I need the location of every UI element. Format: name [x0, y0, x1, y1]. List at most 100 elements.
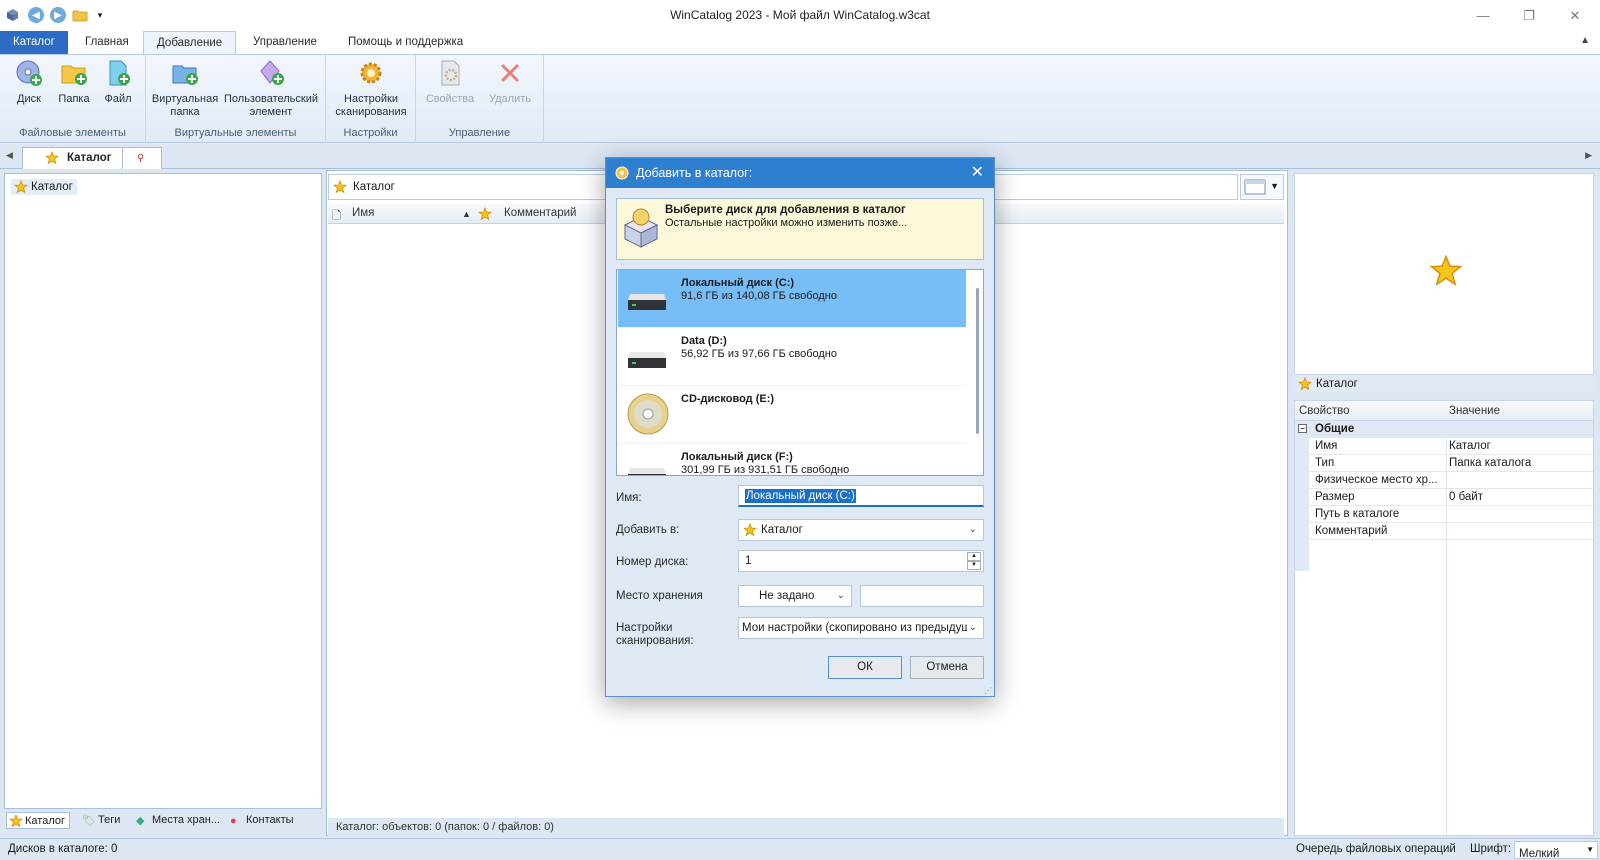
file-queue-button[interactable]: Очередь файловых операций [1296, 843, 1456, 855]
catalog-box-icon [623, 208, 659, 248]
drive-item-e[interactable]: CD-дисковод (E:) [618, 386, 966, 444]
catalog-star-icon [14, 180, 28, 194]
view-mode-icon [1244, 179, 1266, 195]
column-value[interactable]: Значение [1449, 405, 1500, 417]
tab-home[interactable]: Главная [72, 31, 142, 54]
dialog-title-bar[interactable]: Добавить в каталог: ✕ [606, 158, 994, 188]
scan-settings-button[interactable]: Настройки сканирования [330, 59, 412, 119]
tab-add[interactable]: Добавление [143, 31, 237, 55]
disk-count-text: Дисков в каталоге: 0 [8, 843, 118, 855]
catalog-star-icon [45, 151, 59, 165]
close-button[interactable]: ✕ [1552, 0, 1598, 31]
catalog-star-icon [478, 207, 492, 221]
group-settings: Настройки сканирования Настройки [326, 55, 416, 143]
app-icon [615, 166, 629, 180]
add-user-element-button[interactable]: Пользовательский элемент [220, 59, 322, 119]
collapse-icon[interactable]: − [1298, 424, 1307, 433]
property-row[interactable]: Размер 0 байт [1295, 489, 1593, 506]
add-folder-button[interactable]: Папка [54, 59, 94, 106]
property-row[interactable]: Путь в каталоге [1295, 506, 1593, 523]
group-label-file-elements: Файловые элементы [19, 127, 126, 139]
drive-item-c[interactable]: Локальный диск (C:) 91,6 ГБ из 140,08 ГБ… [618, 270, 966, 328]
btab-tags[interactable]: 🏷 Теги [80, 812, 120, 829]
btab-catalog[interactable]: Каталог [6, 812, 70, 829]
add-file-button[interactable]: Файл [100, 59, 136, 106]
tab-manage[interactable]: Управление [240, 31, 330, 54]
property-row[interactable]: Физическое место хр... [1295, 472, 1593, 489]
disk-icon [15, 59, 43, 87]
preview-pane [1294, 173, 1594, 375]
drive-list-scrollbar[interactable] [976, 288, 979, 434]
group-virtual-elements: Виртуальная папка Пользовательский элеме… [146, 55, 326, 143]
add-to-select[interactable]: Каталог ⌄ [738, 519, 984, 541]
minimize-button[interactable]: — [1460, 0, 1506, 31]
cancel-button[interactable]: Отмена [910, 656, 984, 679]
resize-grip-icon[interactable]: ⋰ [984, 686, 992, 695]
catalog-tree-panel: Каталог [4, 173, 322, 809]
dialog-header-title: Выберите диск для добавления в каталог [665, 204, 906, 216]
delete-button[interactable]: Удалить [482, 59, 538, 106]
property-row[interactable]: Имя Каталог [1295, 438, 1593, 455]
group-label-manage: Управление [448, 127, 511, 139]
properties-button[interactable]: Свойства [422, 59, 478, 106]
tag-icon: 🏷 [82, 815, 96, 827]
gear-icon [357, 59, 385, 87]
chevron-down-icon: ▼ [1270, 181, 1279, 191]
add-disk-button[interactable]: Диск [12, 59, 46, 106]
btab-contacts[interactable]: ● Контакты [228, 812, 294, 829]
font-size-select[interactable]: Мелкий ▼ [1514, 841, 1598, 860]
chevron-down-icon: ▼ [1586, 845, 1594, 854]
drive-item-d[interactable]: Data (D:) 56,92 ГБ из 97,66 ГБ свободно [618, 328, 966, 386]
doc-tab-catalog[interactable]: Каталог [22, 147, 123, 169]
group-file-elements: Диск Папка Файл Файловые элементы [0, 55, 146, 143]
chevron-down-icon: ⌄ [836, 590, 845, 601]
name-label: Имя: [616, 492, 642, 504]
tab-catalog-file[interactable]: Каталог [0, 31, 68, 54]
storage-detail-field[interactable] [860, 585, 984, 607]
name-field[interactable]: Локальный диск (C:) [738, 485, 984, 507]
tab-scroll-right-icon[interactable]: ▶ [1585, 150, 1592, 161]
hdd-icon [628, 468, 666, 475]
view-mode-button[interactable]: ▼ [1240, 174, 1284, 200]
restore-button[interactable]: ❐ [1506, 0, 1552, 31]
tab-scroll-left-icon[interactable]: ◀ [6, 150, 13, 161]
drive-item-f[interactable]: Локальный диск (F:) 301,99 ГБ из 931,51 … [618, 444, 966, 475]
catalog-star-icon [333, 180, 347, 194]
property-group-general[interactable]: − Общие [1295, 421, 1593, 438]
storage-select[interactable]: Не задано ⌄ [738, 585, 852, 607]
ribbon: Диск Папка Файл Файловые элементы Виртуа… [0, 54, 1600, 143]
property-row[interactable]: Комментарий [1295, 523, 1593, 540]
contacts-icon: ● [230, 815, 237, 827]
properties-header: Свойство Значение [1295, 401, 1593, 421]
status-bar: Дисков в каталоге: 0 Очередь файловых оп… [0, 838, 1600, 860]
ok-button[interactable]: ОК [828, 656, 902, 679]
dialog-header-subtitle: Остальные настройки можно изменить позже… [665, 217, 908, 229]
disk-number-stepper[interactable]: 1 ▲ ▼ [738, 550, 984, 572]
cd-icon [627, 393, 669, 435]
file-type-column-icon[interactable]: 🗋 [332, 207, 341, 226]
ribbon-tabs: Каталог Главная Добавление Управление По… [0, 31, 1600, 55]
collapse-ribbon-icon[interactable]: ▲ [1580, 35, 1590, 46]
font-label: Шрифт: [1470, 843, 1512, 855]
left-panel-tabs: Каталог 🏷 Теги ◆ Места хран... ● Контакт… [4, 810, 320, 830]
column-name[interactable]: Имя [352, 207, 374, 219]
property-row[interactable]: Тип Папка каталога [1295, 455, 1593, 472]
column-property[interactable]: Свойство [1299, 405, 1350, 417]
btab-storage-places[interactable]: ◆ Места хран... [134, 812, 220, 829]
add-virtual-folder-button[interactable]: Виртуальная папка [150, 59, 220, 119]
chevron-down-icon: ⌄ [966, 618, 977, 638]
tree-item-catalog[interactable]: Каталог [11, 179, 77, 195]
group-manage: Свойства Удалить Управление [416, 55, 544, 143]
list-status: Каталог: объектов: 0 (папок: 0 / файлов:… [328, 818, 1284, 836]
new-tab-icon: ⚲ [137, 153, 145, 164]
disk-number-label: Номер диска: [616, 556, 689, 568]
scan-settings-select[interactable]: Мои настройки (скопировано из предыдуще … [738, 617, 984, 639]
dialog-close-button[interactable]: ✕ [971, 158, 984, 188]
drive-list[interactable]: Локальный диск (C:) 91,6 ГБ из 140,08 ГБ… [616, 269, 984, 476]
column-comment[interactable]: Комментарий [504, 207, 576, 219]
tab-help[interactable]: Помощь и поддержка [335, 31, 476, 54]
stepper-up-icon[interactable]: ▲ [967, 552, 981, 561]
stepper-down-icon[interactable]: ▼ [967, 561, 981, 570]
new-tab-button[interactable]: ⚲ [122, 147, 162, 169]
dialog-header: Выберите диск для добавления в каталог О… [616, 198, 984, 260]
